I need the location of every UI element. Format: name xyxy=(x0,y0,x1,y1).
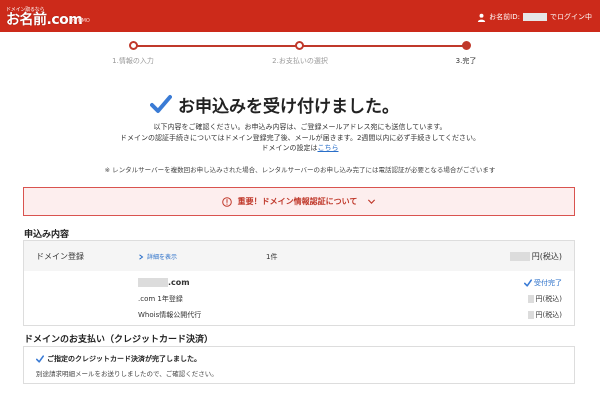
order-details: ドメイン登録 詳細を表示 1件 円(税込) .com 受付完了 .com 1年登… xyxy=(23,240,575,326)
order-header-row: ドメイン登録 詳細を表示 1件 円(税込) xyxy=(24,241,574,271)
masked-price xyxy=(527,311,534,319)
checkmark-icon xyxy=(150,95,172,113)
show-details-link[interactable]: 詳細を表示 xyxy=(138,252,177,261)
info-icon xyxy=(221,196,232,207)
chevron-down-icon xyxy=(368,199,376,204)
lead-line-2: ドメインの認証手続きについてはドメイン登録完了後、メールが届きます。2週間以内に… xyxy=(120,133,480,142)
masked-price xyxy=(527,295,534,303)
line-item-whois-price: 円(税込) xyxy=(527,310,562,320)
lead-text: 以下内容をご確認ください。お申込み内容は、ご登録メールアドレス宛にも送信していま… xyxy=(60,122,540,154)
order-total-price: 円(税込) xyxy=(509,251,562,262)
important-notice-toggle[interactable]: 重要！ドメイン情報認証について xyxy=(23,187,575,216)
login-prefix: お名前ID: xyxy=(489,13,520,21)
step-dot-2 xyxy=(295,41,304,50)
domain-name-row: .com xyxy=(138,278,190,287)
step-label-3: 3.完了 xyxy=(455,57,477,65)
step-dot-1 xyxy=(129,41,138,50)
important-notice-label: 重要！ドメイン情報認証について xyxy=(237,197,358,206)
domain-suffix: .com xyxy=(168,278,190,287)
chevron-right-icon xyxy=(139,253,144,260)
line-item-label: .com 1年登録 xyxy=(138,295,183,303)
registration-status: 受付完了 xyxy=(524,278,562,288)
login-status: お名前ID: でログイン中 xyxy=(477,10,592,24)
payment-result: ご指定のクレジットカード決済が完了しました。 別途請求明細メールをお送りしました… xyxy=(23,346,575,384)
order-item-label: ドメイン登録 xyxy=(36,252,84,261)
price-suffix: 円(税込) xyxy=(535,311,562,319)
progress-steps: 1.情報の入力 2.お支払いの選択 3.完了 xyxy=(100,38,500,78)
order-quantity: 1件 xyxy=(266,253,278,261)
line-item-registration: .com 1年登録 xyxy=(138,294,183,304)
site-header: ドメイン取るなら お名前.com by GMO お名前ID: でログイン中 xyxy=(0,0,600,32)
payment-section-title: ドメインのお支払い（クレジットカード決済） xyxy=(24,335,214,345)
logo-sub: by GMO xyxy=(70,18,90,24)
payment-complete-row: ご指定のクレジットカード決済が完了しました。 xyxy=(36,354,201,364)
step-label-1: 1.情報の入力 xyxy=(112,57,154,65)
server-note: ※ レンタルサーバーを複数回お申し込みされた場合、レンタルサーバーのお申し込み完… xyxy=(104,166,496,174)
payment-invoice-text: 別途請求明細メールをお送りしましたので、ご確認ください。 xyxy=(36,370,218,378)
step-label-2: 2.お支払いの選択 xyxy=(272,57,328,65)
line-item-registration-price: 円(税込) xyxy=(527,294,562,304)
settings-link[interactable]: こちら xyxy=(318,144,339,152)
show-details-label: 詳細を表示 xyxy=(147,254,178,261)
onamae-logo[interactable]: ドメイン取るなら お名前.com by GMO xyxy=(6,6,98,28)
page-title: お申込みを受け付けました。 xyxy=(178,96,399,117)
checkmark-icon xyxy=(524,279,532,287)
payment-complete-text: ご指定のクレジットカード決済が完了しました。 xyxy=(47,355,201,363)
order-section-title: 申込み内容 xyxy=(24,230,70,240)
user-icon xyxy=(478,13,486,22)
line-item-whois: Whois情報公開代行 xyxy=(138,310,201,320)
step-dot-3 xyxy=(462,41,471,50)
masked-user-id xyxy=(523,13,547,21)
masked-price xyxy=(509,252,530,261)
login-suffix: でログイン中 xyxy=(550,13,592,21)
lead-line-1: 以下内容をご確認ください。お申込み内容は、ご登録メールアドレス宛にも送信していま… xyxy=(153,123,447,131)
price-suffix: 円(税込) xyxy=(535,295,562,303)
completion-heading: お申込みを受け付けました。 xyxy=(150,90,450,118)
lead-line-3: ドメインの設定はこちら xyxy=(60,143,540,154)
checkmark-icon xyxy=(36,355,44,363)
masked-domain xyxy=(138,278,168,287)
status-badge: 受付完了 xyxy=(534,279,562,287)
line-item-label: Whois情報公開代行 xyxy=(138,311,202,319)
lead-line-3-prefix: ドメインの設定は xyxy=(261,144,318,152)
price-suffix: 円(税込) xyxy=(531,252,562,261)
